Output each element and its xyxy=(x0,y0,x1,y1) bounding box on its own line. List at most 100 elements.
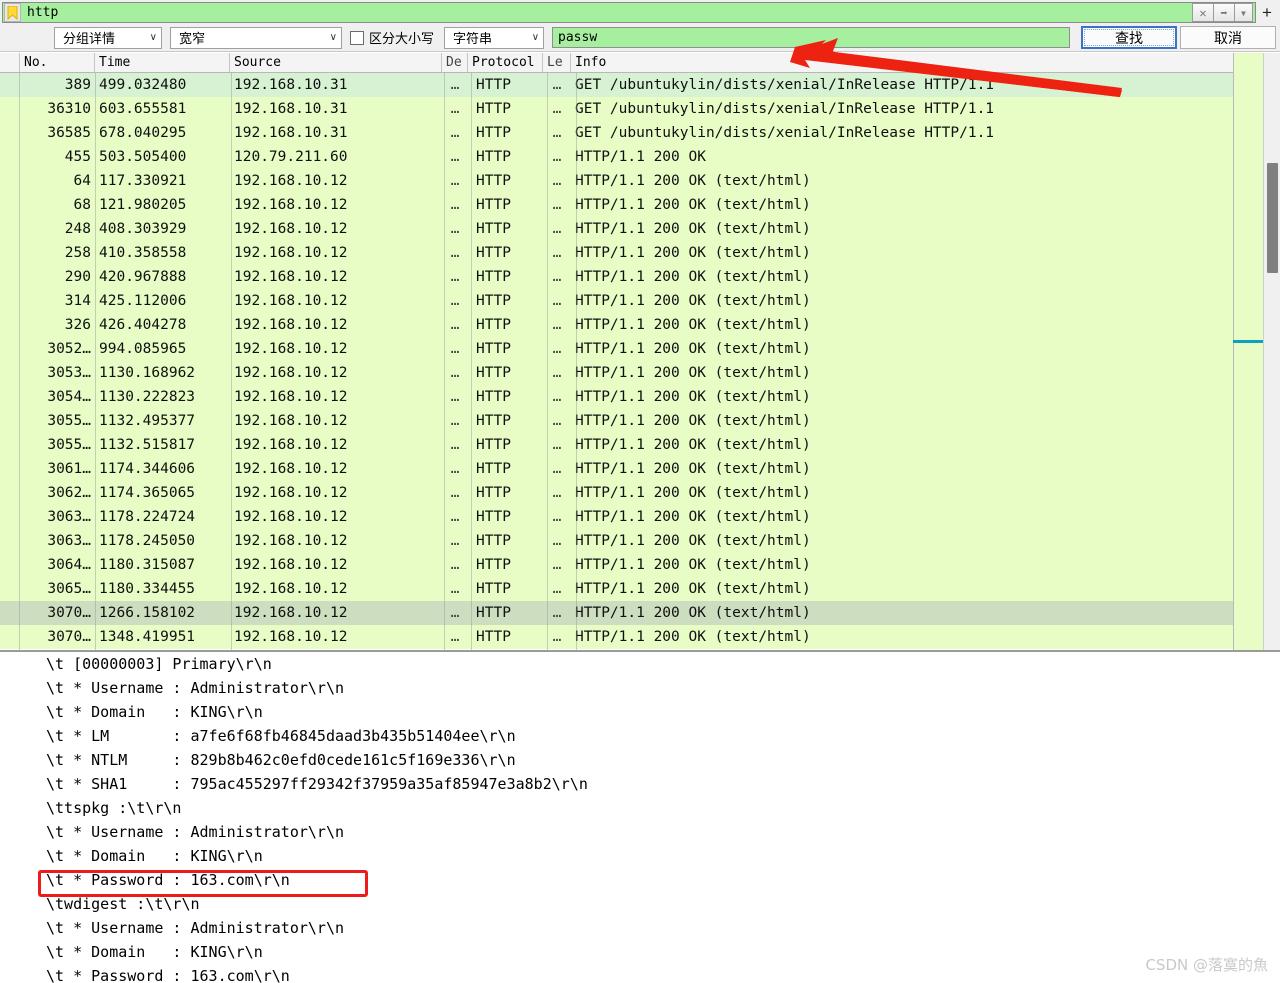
detail-line[interactable]: \t * Domain : KING\r\n xyxy=(0,940,1280,964)
cell-info: HTTP/1.1 200 OK (text/html) xyxy=(575,557,811,573)
table-row[interactable]: 36585 678.040295 192.168.10.31 … HTTP … GET /u… xyxy=(0,121,1280,145)
table-row[interactable]: 68 121.980205 192.168.10.12 … HTTP … HTTP/1.1 … xyxy=(0,193,1280,217)
apply-filter-icon[interactable]: ➡ xyxy=(1213,3,1235,22)
detail-line[interactable]: \ttspkg :\t\r\n xyxy=(0,796,1280,820)
cell-no: 68 xyxy=(73,197,91,213)
detail-line-password[interactable]: \t * Password : 163.com\r\n xyxy=(0,868,1280,892)
cell-proto: HTTP xyxy=(476,245,511,261)
search-input[interactable]: passw xyxy=(552,27,1070,48)
scrollbar-thumb[interactable] xyxy=(1267,163,1278,273)
table-row[interactable]: 3052… 994.085965 192.168.10.12 … HTTP … HTTP/1… xyxy=(0,337,1280,361)
cell-no: 3052… xyxy=(47,341,91,357)
display-mode-select[interactable]: 宽窄 ∨ xyxy=(170,26,342,49)
cell-src: 192.168.10.12 xyxy=(234,245,348,261)
table-row[interactable]: 3055… 1132.495377 192.168.10.12 … HTTP … HTTP/… xyxy=(0,409,1280,433)
search-in-select[interactable]: 分组详情 ∨ xyxy=(54,26,162,49)
display-mode-value: 宽窄 xyxy=(179,32,206,47)
cell-info: HTTP/1.1 200 OK (text/html) xyxy=(575,581,811,597)
detail-line[interactable]: \t * NTLM : 829b8b462c0efd0cede161c5f169… xyxy=(0,748,1280,772)
packet-list-body[interactable]: 389 499.032480 192.168.10.31 … HTTP … GET /ubu… xyxy=(0,73,1280,650)
table-row[interactable]: 314 425.112006 192.168.10.12 … HTTP … HTTP/1.1… xyxy=(0,289,1280,313)
packet-list[interactable]: No. Time Source De Protocol Le Info 389 4… xyxy=(0,53,1280,650)
table-row[interactable]: 3054… 1130.222823 192.168.10.12 … HTTP … HTTP/… xyxy=(0,385,1280,409)
column-header-destination[interactable]: De xyxy=(442,53,468,72)
chevron-down-icon: ∨ xyxy=(149,32,157,43)
cell-dst: … xyxy=(450,341,460,357)
column-header-source[interactable]: Source xyxy=(230,53,442,72)
table-row[interactable]: 3055… 1132.515817 192.168.10.12 … HTTP … HTTP/… xyxy=(0,433,1280,457)
detail-line[interactable]: \twdigest :\t\r\n xyxy=(0,892,1280,916)
detail-line[interactable]: \t * Username : Administrator\r\n xyxy=(0,916,1280,940)
column-header-time[interactable]: Time xyxy=(95,53,230,72)
checkbox-box[interactable] xyxy=(350,30,364,45)
cell-no: 326 xyxy=(64,317,91,333)
detail-line[interactable]: \t * SHA1 : 795ac455297ff29342f37959a35a… xyxy=(0,772,1280,796)
table-row[interactable]: 3063… 1178.224724 192.168.10.12 … HTTP … HTTP/… xyxy=(0,505,1280,529)
cell-src: 192.168.10.12 xyxy=(234,485,348,501)
cell-dst: … xyxy=(450,461,460,477)
value-type-select[interactable]: 字符串 ∨ xyxy=(444,26,545,49)
table-row[interactable]: 3061… 1174.344606 192.168.10.12 … HTTP … HTTP/… xyxy=(0,457,1280,481)
table-row[interactable]: 3053… 1130.168962 192.168.10.12 … HTTP … HTTP/… xyxy=(0,361,1280,385)
table-row[interactable]: 3064… 1180.315087 192.168.10.12 … HTTP … HTTP/… xyxy=(0,553,1280,577)
find-button[interactable]: 查找 xyxy=(1081,26,1177,49)
column-header-no[interactable]: No. xyxy=(20,53,95,72)
bookmark-icon[interactable] xyxy=(4,3,21,22)
table-row[interactable]: 3063… 1178.245050 192.168.10.12 … HTTP … HTTP/… xyxy=(0,529,1280,553)
cell-proto: HTTP xyxy=(476,269,511,285)
detail-line[interactable]: \t * Username : Administrator\r\n xyxy=(0,676,1280,700)
column-header-length[interactable]: Le xyxy=(543,53,571,72)
table-row[interactable]: 248 408.303929 192.168.10.12 … HTTP … HTTP/1.1… xyxy=(0,217,1280,241)
clear-filter-icon[interactable]: ✕ xyxy=(1192,3,1214,22)
add-filter-button[interactable]: + xyxy=(1256,2,1278,24)
table-row[interactable]: 389 499.032480 192.168.10.31 … HTTP … GET /ubu… xyxy=(0,73,1280,97)
detail-line[interactable]: \t * Password : 163.com\r\n xyxy=(0,964,1280,983)
cell-src: 192.168.10.12 xyxy=(234,197,348,213)
cell-src: 192.168.10.12 xyxy=(234,173,348,189)
cell-len: … xyxy=(552,581,562,597)
table-row[interactable]: 258 410.358558 192.168.10.12 … HTTP … HTTP/1.1… xyxy=(0,241,1280,265)
cell-len: … xyxy=(552,389,562,405)
packet-list-right-gutter xyxy=(1233,53,1263,650)
wireshark-window: http ✕ ➡ ▾ + 分组详情 ∨ 宽窄 ∨ 区分大小写 字符串 ∨ pas… xyxy=(0,0,1280,983)
table-row[interactable]: 3062… 1174.365065 192.168.10.12 … HTTP … HTTP/… xyxy=(0,481,1280,505)
detail-line[interactable]: \t * Domain : KING\r\n xyxy=(0,844,1280,868)
chevron-down-icon: ∨ xyxy=(329,32,337,43)
cell-src: 192.168.10.12 xyxy=(234,413,348,429)
detail-line[interactable]: \t * Username : Administrator\r\n xyxy=(0,820,1280,844)
table-row[interactable]: 455 503.505400 120.79.211.60 … HTTP … HTTP/1.1… xyxy=(0,145,1280,169)
cell-len: … xyxy=(552,173,562,189)
table-row[interactable]: 3065… 1180.334455 192.168.10.12 … HTTP … HTTP/… xyxy=(0,577,1280,601)
case-sensitive-label: 区分大小写 xyxy=(369,32,435,47)
detail-line[interactable]: \t * Domain : KING\r\n xyxy=(0,700,1280,724)
cell-time: 1132.515817 xyxy=(99,437,196,453)
cell-info: HTTP/1.1 200 OK (text/html) xyxy=(575,221,811,237)
table-row[interactable]: 36310 603.655581 192.168.10.31 … HTTP … GET /u… xyxy=(0,97,1280,121)
column-header-protocol[interactable]: Protocol xyxy=(468,53,543,72)
detail-line[interactable]: \t [00000003] Primary\r\n xyxy=(0,652,1280,676)
table-row[interactable]: 3070… 1266.158102 192.168.10.12 … HTTP … HTTP/… xyxy=(0,601,1280,625)
cell-time: 1348.419951 xyxy=(99,629,196,645)
cell-proto: HTTP xyxy=(476,461,511,477)
cell-info: HTTP/1.1 200 OK (text/html) xyxy=(575,485,811,501)
packet-detail-pane[interactable]: \t [00000003] Primary\r\n \t * Username :… xyxy=(0,650,1280,983)
cell-time: 410.358558 xyxy=(99,245,187,261)
cell-time: 678.040295 xyxy=(99,125,187,141)
cell-len: … xyxy=(552,293,562,309)
cell-len: … xyxy=(552,509,562,525)
column-header-info[interactable]: Info xyxy=(571,53,1280,72)
case-sensitive-checkbox[interactable]: 区分大小写 xyxy=(350,28,434,47)
cell-time: 420.967888 xyxy=(99,269,187,285)
chevron-down-icon: ∨ xyxy=(531,32,540,43)
table-row[interactable]: 326 426.404278 192.168.10.12 … HTTP … HTTP/1.1… xyxy=(0,313,1280,337)
detail-line[interactable]: \t * LM : a7fe6f68fb46845daad3b435b51404… xyxy=(0,724,1280,748)
table-row[interactable]: 64 117.330921 192.168.10.12 … HTTP … HTTP/1.1 … xyxy=(0,169,1280,193)
cell-time: 425.112006 xyxy=(99,293,187,309)
packet-list-scrollbar[interactable] xyxy=(1263,53,1280,650)
table-row[interactable]: 3070… 1348.419951 192.168.10.12 … HTTP … HTTP/… xyxy=(0,625,1280,649)
display-filter-input[interactable]: http ✕ ➡ ▾ xyxy=(2,2,1256,23)
cell-dst: … xyxy=(450,533,460,549)
table-row[interactable]: 290 420.967888 192.168.10.12 … HTTP … HTTP/1.1… xyxy=(0,265,1280,289)
chevron-down-icon[interactable]: ▾ xyxy=(1234,3,1253,22)
cancel-button[interactable]: 取消 xyxy=(1180,26,1276,49)
